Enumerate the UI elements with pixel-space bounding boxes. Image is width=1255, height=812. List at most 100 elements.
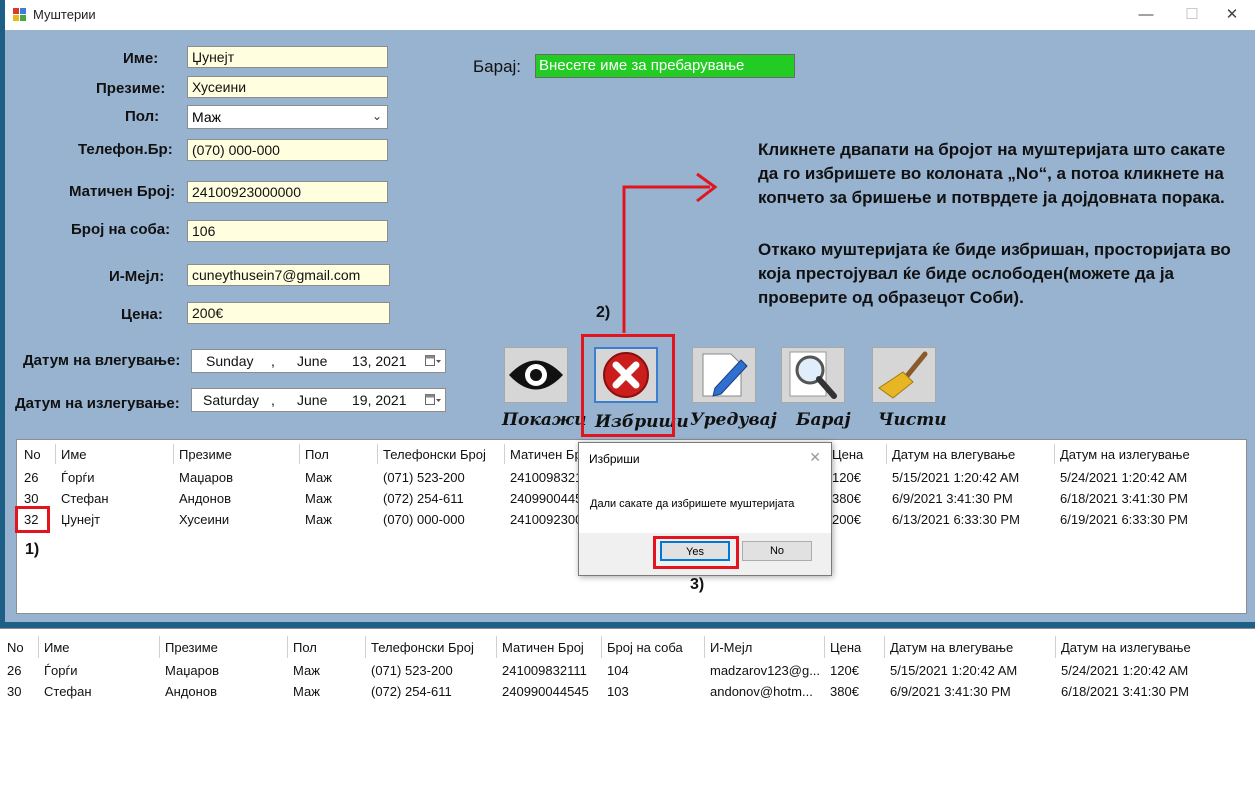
cell-price[interactable]: 120€	[832, 470, 861, 485]
column-header[interactable]: Матичен Бр	[510, 447, 582, 462]
cell-phone[interactable]: (070) 000-000	[383, 512, 465, 527]
cell-embg[interactable]: 24100983211	[510, 470, 589, 485]
cell-embg[interactable]: 241009832111	[502, 663, 587, 678]
cell-gender[interactable]: Маж	[305, 491, 332, 506]
column-header[interactable]: No	[24, 447, 41, 462]
cell-surname[interactable]: Андонов	[165, 684, 217, 699]
cell-name[interactable]: Стефан	[44, 684, 92, 699]
column-header[interactable]: Телефонски Број	[371, 640, 474, 655]
column-header[interactable]: Матичен Број	[502, 640, 584, 655]
column-header[interactable]: Презиме	[165, 640, 218, 655]
cell-embg[interactable]: 240990044545	[502, 684, 589, 699]
customers-grid-after[interactable]: No Име Презиме Пол Телефонски Број Матич…	[0, 628, 1255, 812]
cell-phone[interactable]: (072) 254-611	[371, 684, 452, 699]
cell-name[interactable]: Стефан	[61, 491, 109, 506]
dialog-close-button[interactable]: ✕	[809, 449, 821, 466]
cell-checkin[interactable]: 5/15/2021 1:20:42 AM	[892, 470, 1019, 485]
step1-label: 1)	[25, 541, 40, 558]
cell-checkin[interactable]: 6/9/2021 3:41:30 PM	[892, 491, 1013, 506]
column-header[interactable]: Датум на излегување	[1060, 447, 1190, 462]
no-button[interactable]: No	[742, 541, 812, 561]
cell-email[interactable]: andonov@hotm...	[710, 684, 813, 699]
column-header[interactable]: Датум на излегување	[1061, 640, 1191, 655]
cell-price[interactable]: 380€	[830, 684, 859, 699]
cell-checkin[interactable]: 5/15/2021 1:20:42 AM	[890, 663, 1017, 678]
calendar-dropdown-icon[interactable]	[425, 354, 441, 368]
close-button[interactable]: ✕	[1209, 0, 1255, 30]
cell-phone[interactable]: (072) 254-611	[383, 491, 464, 506]
find-button[interactable]	[781, 347, 845, 403]
cell-phone[interactable]: (071) 523-200	[383, 470, 465, 485]
edit-button[interactable]	[692, 347, 756, 403]
cell-surname[interactable]: Хусеини	[179, 512, 229, 527]
cell-room[interactable]: 103	[607, 684, 629, 699]
cell-checkout[interactable]: 6/19/2021 6:33:30 PM	[1060, 512, 1188, 527]
column-divider	[1055, 636, 1056, 658]
phone-field[interactable]: (070) 000-000	[187, 139, 388, 161]
cell-no[interactable]: 26	[7, 663, 21, 678]
checkout-datepicker[interactable]: Saturday , June 19, 2021	[191, 388, 446, 412]
surname-field[interactable]: Хусеини	[187, 76, 388, 98]
column-divider	[504, 444, 505, 464]
cell-gender[interactable]: Маж	[305, 512, 332, 527]
column-header[interactable]: Презиме	[179, 447, 232, 462]
cell-no[interactable]: 30	[7, 684, 21, 699]
cell-price[interactable]: 380€	[832, 491, 861, 506]
column-header[interactable]: Цена	[830, 640, 861, 655]
cell-price[interactable]: 200€	[832, 512, 861, 527]
cell-surname[interactable]: Маџаров	[165, 663, 219, 678]
checkout-sep: ,	[271, 392, 275, 408]
column-divider	[365, 636, 366, 658]
column-header[interactable]: И-Мејл	[710, 640, 752, 655]
column-header[interactable]: Телефонски Број	[383, 447, 486, 462]
column-header[interactable]: Датум на влегување	[890, 640, 1013, 655]
calendar-dropdown-icon[interactable]	[425, 393, 441, 407]
checkin-datepicker[interactable]: Sunday , June 13, 2021	[191, 349, 446, 373]
column-divider	[1054, 444, 1055, 464]
column-header[interactable]: No	[7, 640, 24, 655]
cell-checkout[interactable]: 6/18/2021 3:41:30 PM	[1061, 684, 1189, 699]
column-header[interactable]: Датум на влегување	[892, 447, 1015, 462]
dialog-title: Избриши	[589, 452, 640, 466]
cell-checkin[interactable]: 6/13/2021 6:33:30 PM	[892, 512, 1020, 527]
cell-name[interactable]: Ѓорѓи	[44, 663, 78, 678]
cell-gender[interactable]: Маж	[305, 470, 332, 485]
cell-checkout[interactable]: 5/24/2021 1:20:42 AM	[1060, 470, 1187, 485]
column-header[interactable]: Пол	[305, 447, 329, 462]
step3-label: 3)	[690, 576, 705, 593]
name-field[interactable]: Џунејт	[187, 46, 388, 68]
gender-select[interactable]: Маж ⌄	[187, 105, 388, 129]
cell-email[interactable]: madzarov123@g...	[710, 663, 820, 678]
cell-no[interactable]: 26	[24, 470, 38, 485]
room-field[interactable]: 106	[187, 220, 388, 242]
minimize-button[interactable]: —	[1123, 0, 1169, 30]
embg-field[interactable]: 24100923000000	[187, 181, 388, 203]
cell-name[interactable]: Џунејт	[61, 512, 100, 527]
email-field[interactable]: cuneythusein7@gmail.com	[187, 264, 390, 286]
cell-surname[interactable]: Маџаров	[179, 470, 233, 485]
column-header[interactable]: Број на соба	[607, 640, 683, 655]
cell-surname[interactable]: Андонов	[179, 491, 231, 506]
column-header[interactable]: Име	[44, 640, 70, 655]
show-button[interactable]	[504, 347, 568, 403]
clear-button[interactable]	[872, 347, 936, 403]
column-header[interactable]: Име	[61, 447, 87, 462]
cell-phone[interactable]: (071) 523-200	[371, 663, 453, 678]
cell-no[interactable]: 30	[24, 491, 38, 506]
cell-checkout[interactable]: 5/24/2021 1:20:42 AM	[1061, 663, 1188, 678]
cell-gender[interactable]: Маж	[293, 663, 320, 678]
cell-checkin[interactable]: 6/9/2021 3:41:30 PM	[890, 684, 1011, 699]
cell-checkout[interactable]: 6/18/2021 3:41:30 PM	[1060, 491, 1188, 506]
dialog-message: Дали сакате да избришете муштеријата	[590, 498, 795, 510]
cell-price[interactable]: 120€	[830, 663, 859, 678]
search-input[interactable]: Внесете име за пребарување	[535, 54, 795, 78]
price-field[interactable]: 200€	[187, 302, 390, 324]
phone-label: Телефон.Бр:	[78, 141, 173, 158]
cell-gender[interactable]: Маж	[293, 684, 320, 699]
column-header[interactable]: Пол	[293, 640, 317, 655]
cell-room[interactable]: 104	[607, 663, 629, 678]
checkout-day-year: 19, 2021	[352, 392, 407, 408]
cell-name[interactable]: Ѓорѓи	[61, 470, 95, 485]
clear-caption: Чисти	[878, 410, 947, 430]
column-header[interactable]: Цена	[832, 447, 863, 462]
